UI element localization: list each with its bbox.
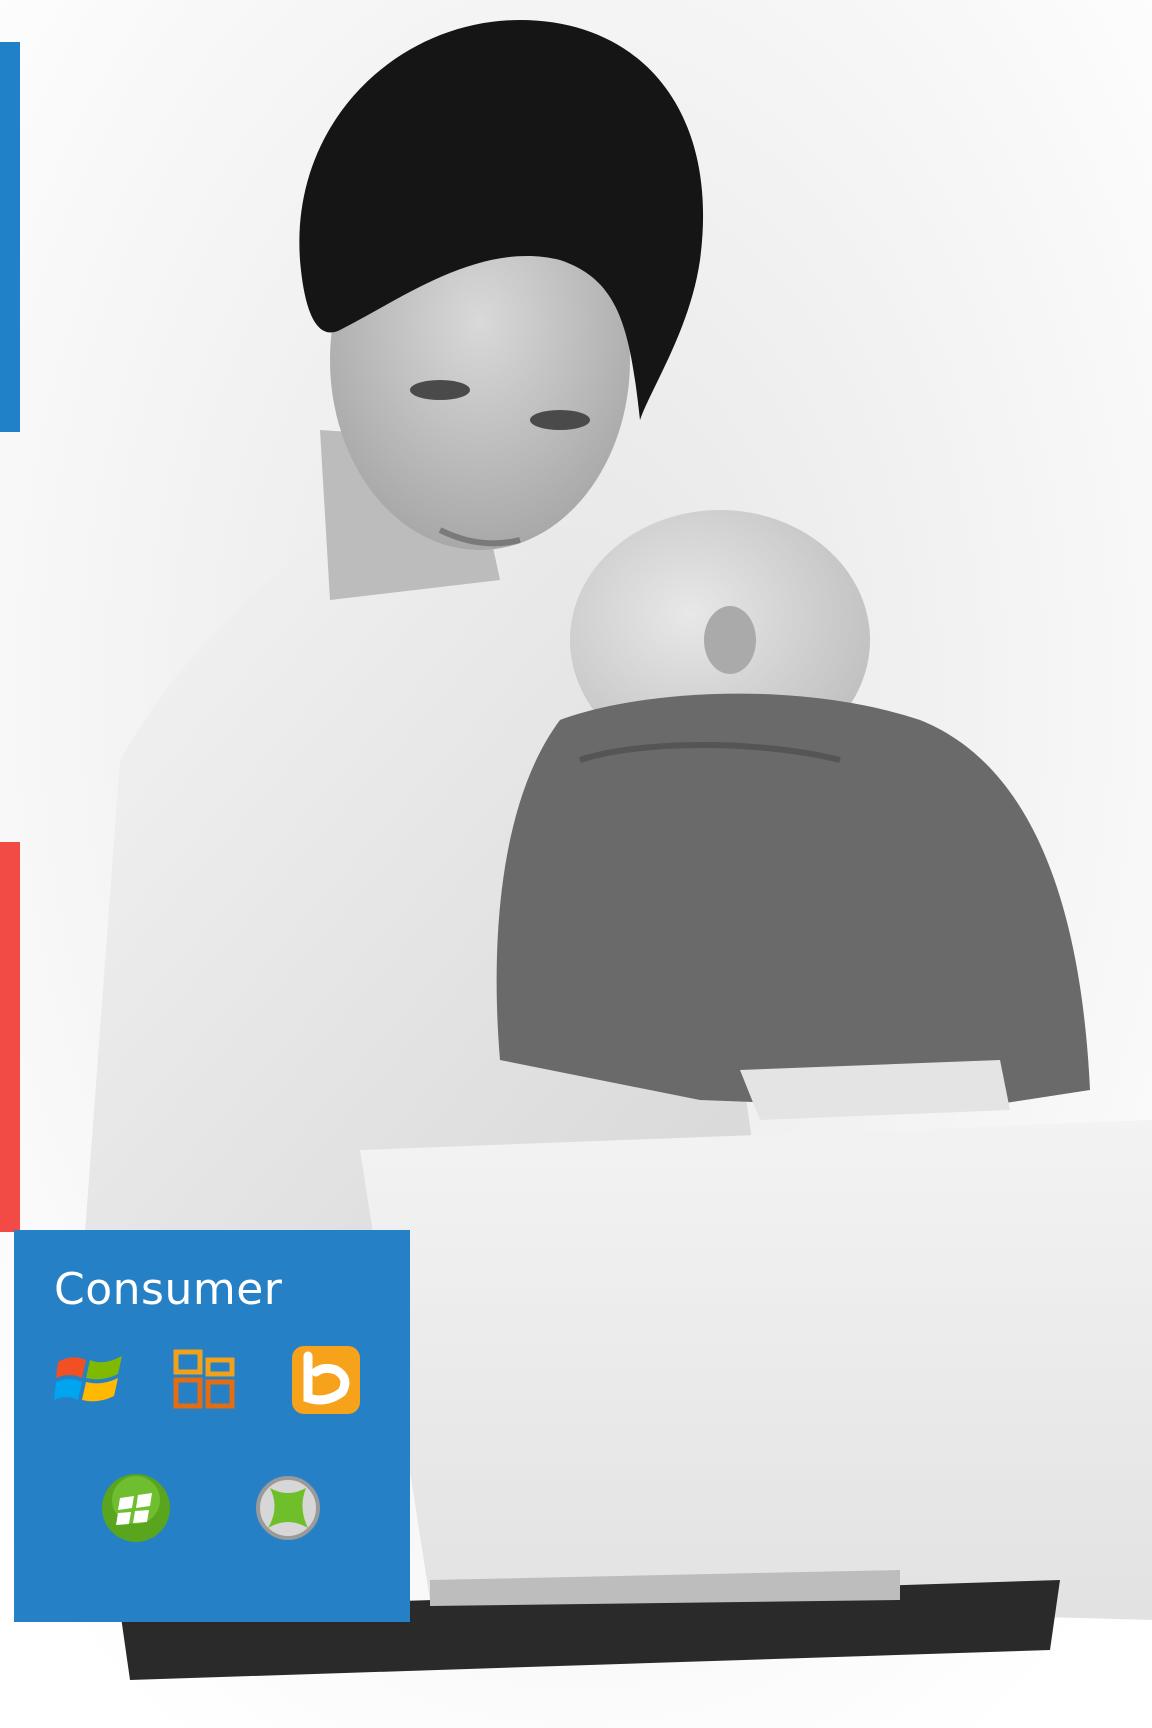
consumer-tile[interactable]: Consumer xyxy=(14,1230,410,1622)
accent-bar-blue xyxy=(0,42,20,432)
accent-bar-red xyxy=(0,842,20,1232)
bing-logo-icon[interactable] xyxy=(288,1342,364,1418)
xbox-logo-icon[interactable] xyxy=(250,1470,326,1546)
windows-phone-logo-icon[interactable] xyxy=(98,1470,174,1546)
windows-logo-icon[interactable] xyxy=(52,1342,128,1418)
office-logo-icon[interactable] xyxy=(168,1342,244,1418)
tile-title: Consumer xyxy=(54,1264,283,1315)
